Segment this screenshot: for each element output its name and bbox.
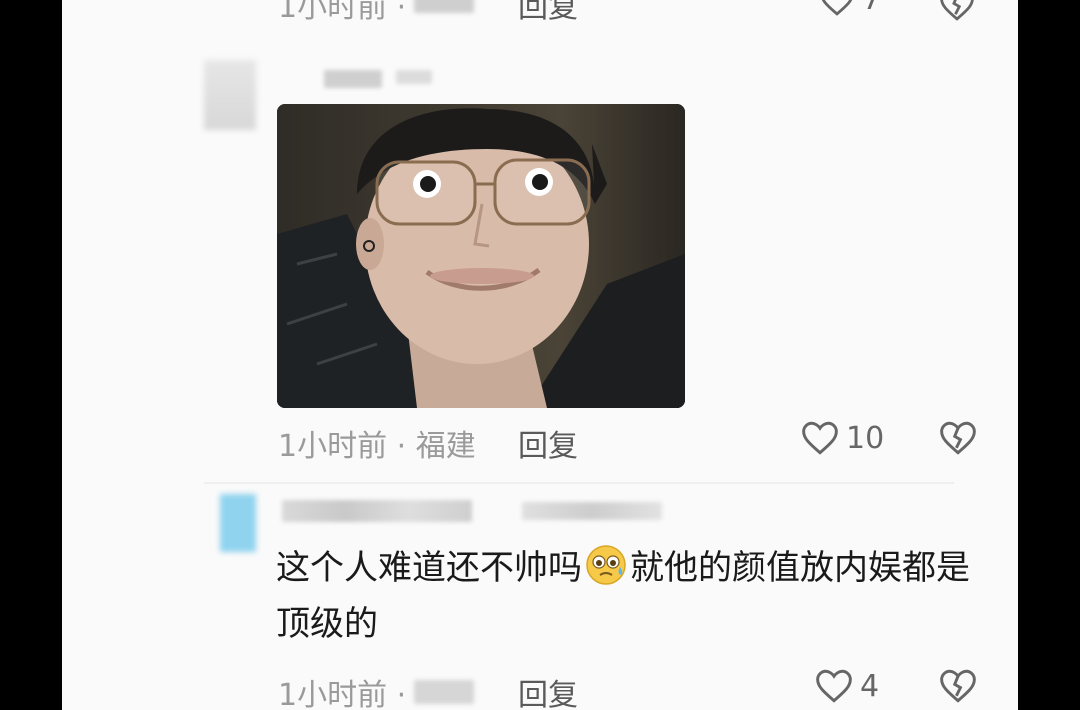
like-count: 10 (846, 420, 885, 456)
portrait-image (277, 104, 685, 408)
blurred-location (414, 0, 475, 13)
reply-button[interactable]: 回复 (518, 421, 578, 465)
avatar[interactable] (220, 494, 256, 552)
like-button[interactable]: 4 (814, 668, 879, 704)
comment-meta: 1小时前 · (278, 0, 475, 26)
reply-button[interactable]: 回复 (518, 0, 578, 26)
broken-heart-icon (940, 669, 976, 703)
comment-time: 1小时前 · (278, 0, 407, 25)
crying-face-emoji (586, 545, 626, 585)
broken-heart-icon (940, 0, 974, 21)
avatar[interactable] (204, 60, 256, 130)
dislike-button[interactable] (938, 0, 976, 26)
comment-list: 1小时前 · 回复 7 (62, 0, 1018, 710)
comment-meta: 1小时前 · (278, 670, 475, 710)
blurred-username[interactable] (282, 500, 472, 522)
comment-text: 这个人难道还不帅吗 就他的颜值放内娱都是顶级的 (276, 540, 976, 652)
like-button[interactable]: 7 (818, 0, 881, 17)
heart-outline-icon (822, 0, 852, 16)
blurred-location (414, 680, 475, 704)
comment-time: 1小时前 · (278, 678, 407, 710)
broken-heart-icon (940, 421, 976, 455)
heart-outline-icon (802, 421, 838, 455)
comment-meta: 1小时前 · 福建 (278, 429, 476, 464)
dislike-button[interactable] (938, 420, 978, 460)
comment-photo[interactable] (277, 104, 685, 408)
dislike-button[interactable] (938, 668, 978, 708)
like-count: 7 (862, 0, 881, 17)
comment-text-part: 这个人难道还不帅吗 (276, 548, 582, 588)
heart-outline-icon (816, 669, 852, 703)
like-button[interactable]: 10 (800, 420, 884, 456)
blurred-username[interactable] (324, 70, 382, 88)
like-count: 4 (860, 668, 880, 704)
divider (204, 482, 954, 484)
blurred-username-extra (522, 502, 662, 520)
reply-button[interactable]: 回复 (518, 670, 578, 710)
blurred-username-extra (396, 70, 432, 84)
